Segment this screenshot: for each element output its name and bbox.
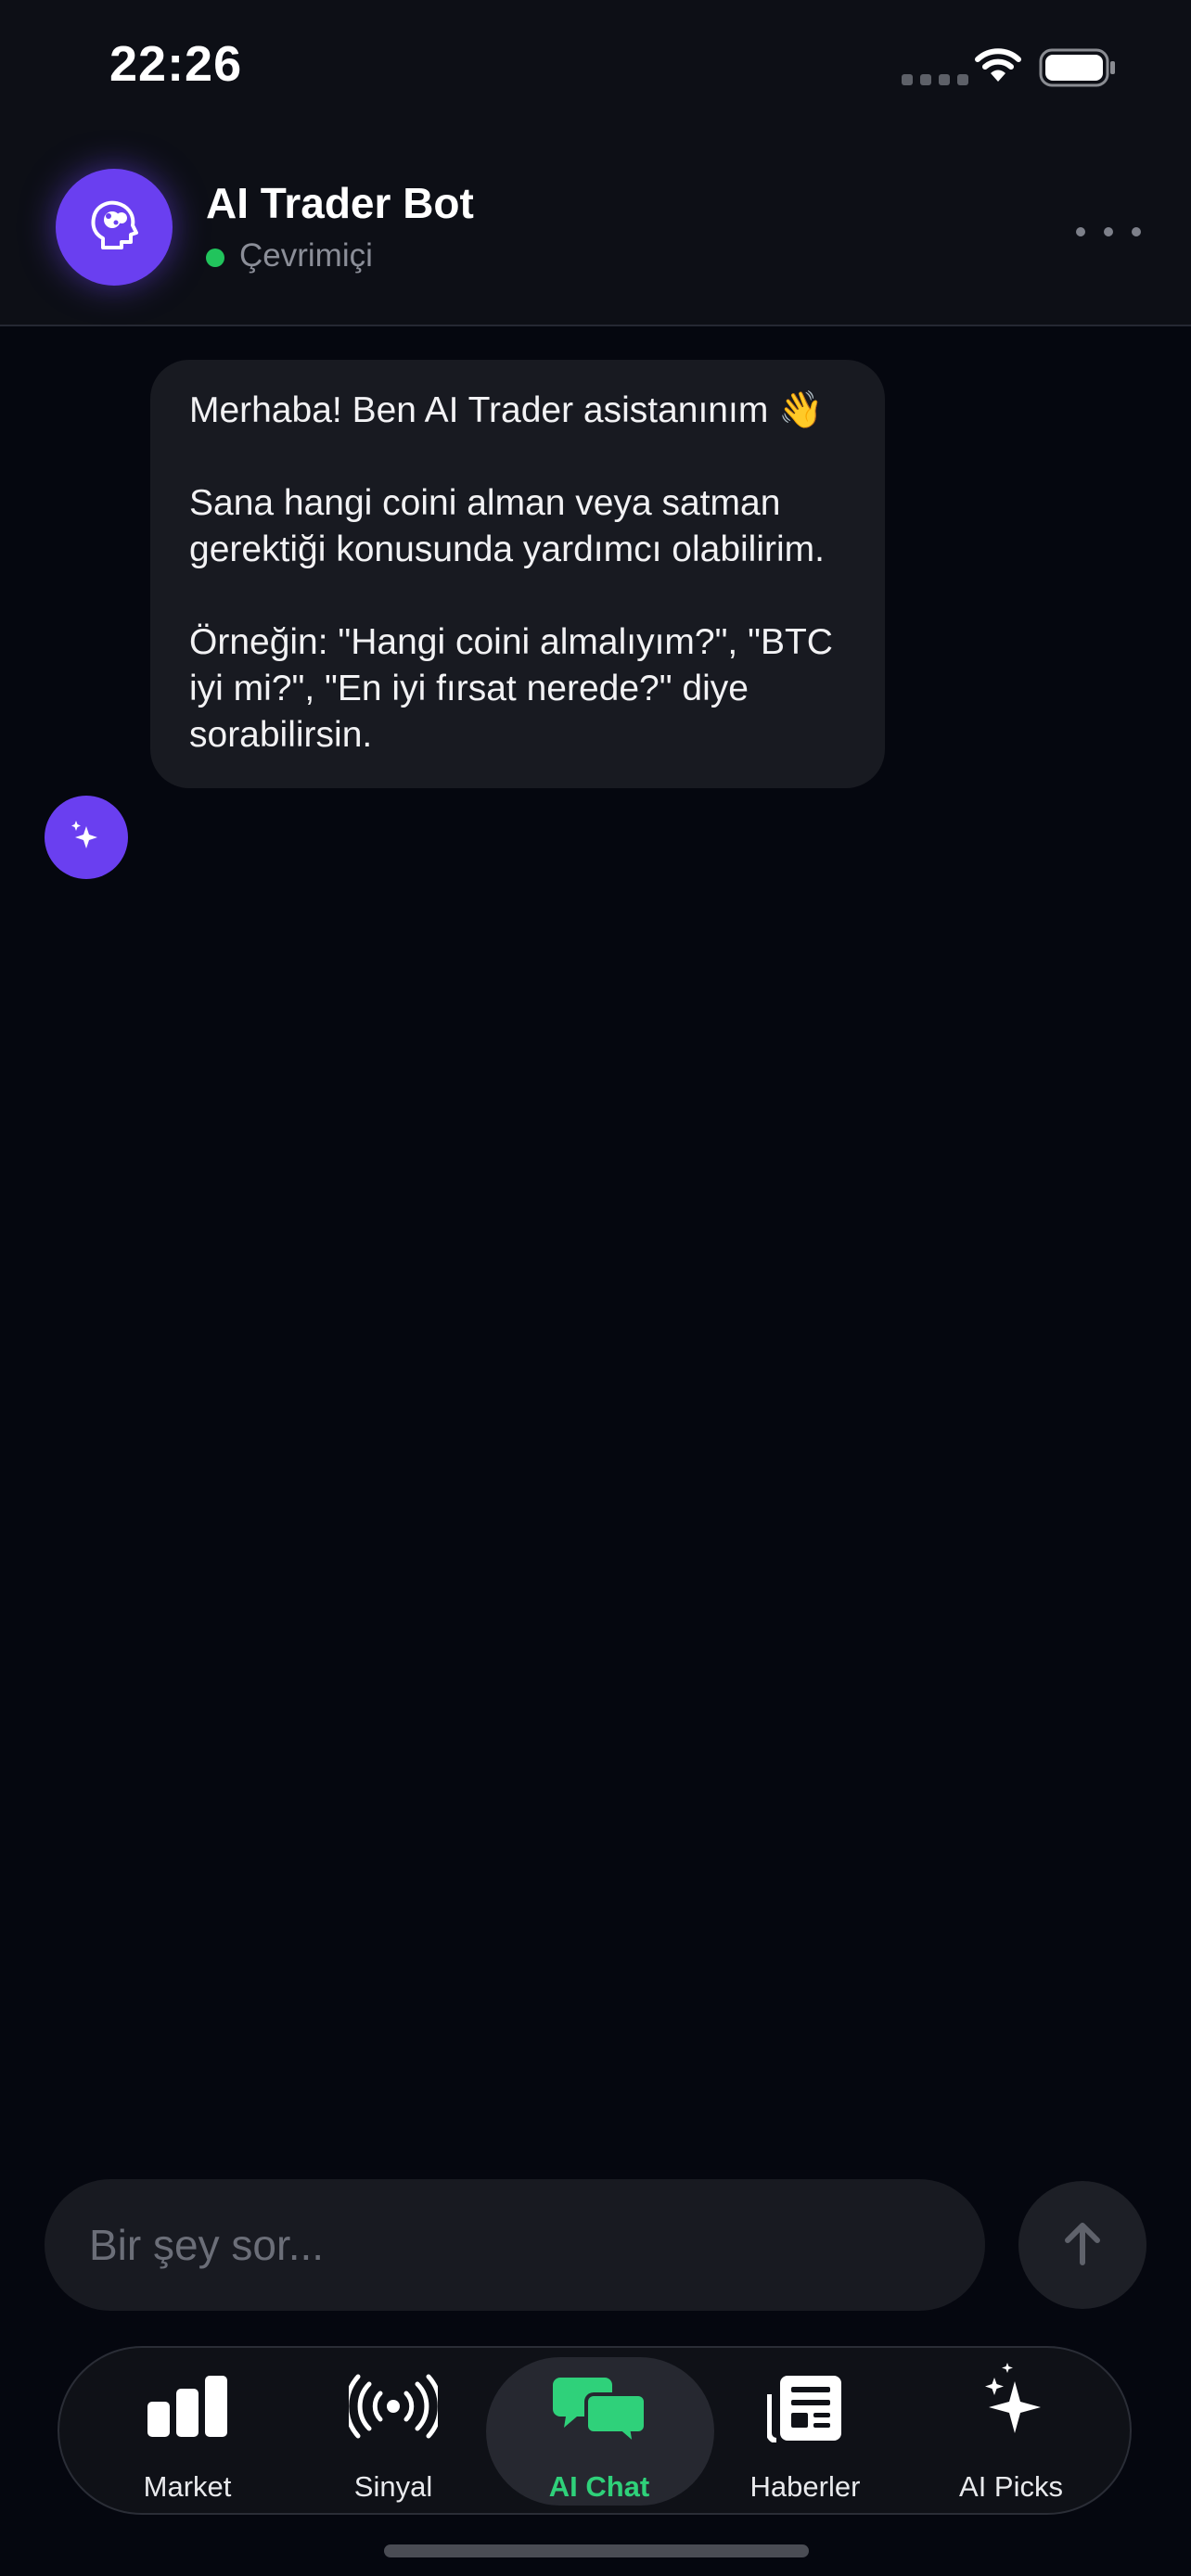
broadcast-icon [344,2374,442,2443]
sparkles-icon [976,2361,1046,2443]
tab-ai-picks[interactable]: AI Picks [909,2348,1113,2513]
message-text: Merhaba! Ben AI Trader asistanınım 👋 [189,390,824,430]
bar-chart-icon [146,2374,229,2443]
cellular-signal-icon [902,74,968,85]
arrow-up-icon [1062,2220,1103,2271]
sparkles-icon [68,817,105,859]
chat-message-list[interactable]: Merhaba! Ben AI Trader asistanınım 👋 San… [0,326,1191,2162]
chat-header: AI Trader Bot Çevrimiçi [0,139,1191,326]
tab-label: AI Chat [548,2470,650,2503]
tab-market[interactable]: Market [85,2348,289,2513]
bot-message-bubble: Merhaba! Ben AI Trader asistanınım 👋 San… [150,360,885,788]
home-indicator[interactable] [384,2544,809,2557]
message-input[interactable] [45,2179,985,2311]
send-button[interactable] [1018,2181,1146,2309]
bot-avatar[interactable] [56,169,173,286]
more-options-button[interactable] [1076,213,1141,250]
status-bar: 22:26 [0,0,1191,139]
tab-sinyal[interactable]: Sinyal [291,2348,495,2513]
brain-head-icon [84,196,144,260]
tab-label: Haberler [749,2470,861,2503]
ellipsis-icon [1076,227,1085,236]
tab-label: Sinyal [353,2470,433,2503]
wifi-icon [974,46,1022,88]
online-status-dot [206,249,224,267]
newspaper-icon [766,2374,843,2447]
chat-bubbles-icon [553,2374,647,2450]
tab-label: Market [143,2470,232,2503]
tab-ai-chat[interactable]: AI Chat [486,2348,714,2513]
bottom-tab-bar: Market Sinyal AI Chat Haberler AI Picks [58,2346,1132,2515]
message-text: Sana hangi coini alman veya satman gerek… [189,483,825,569]
tab-label: AI Picks [959,2470,1063,2503]
bot-message-avatar [45,796,128,879]
battery-icon [1039,48,1117,92]
online-status-text: Çevrimiçi [239,237,373,274]
tab-haberler[interactable]: Haberler [703,2348,907,2513]
message-text: Örneğin: "Hangi coini almalıyım?", "BTC … [189,622,833,755]
status-time: 22:26 [109,36,243,92]
bot-name: AI Trader Bot [206,179,474,227]
